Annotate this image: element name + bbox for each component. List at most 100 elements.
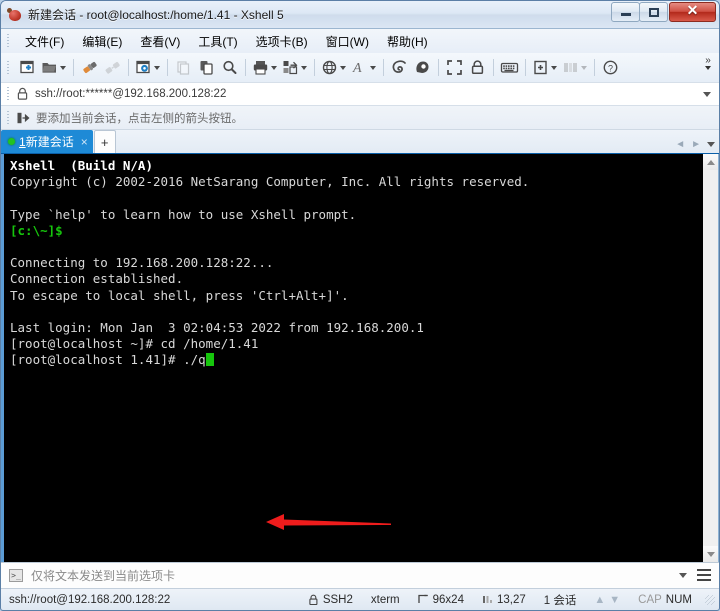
font-icon[interactable]: A: [349, 56, 379, 79]
tab-list-dropdown-icon[interactable]: [707, 142, 715, 147]
toolbar-separator: [525, 59, 526, 76]
find-icon[interactable]: [218, 56, 241, 79]
menu-item-file[interactable]: 文件(F): [16, 30, 73, 53]
keyboard-icon[interactable]: [498, 56, 521, 79]
menu-gripper[interactable]: [5, 33, 12, 49]
send-options-menu-icon[interactable]: [697, 569, 711, 582]
chevron-down-icon[interactable]: [301, 65, 307, 70]
highlight-icon[interactable]: [411, 56, 434, 79]
send-target-dropdown-icon[interactable]: [679, 573, 687, 578]
tab-prev-button[interactable]: ◄: [675, 139, 685, 150]
cursor-position-icon: [482, 594, 493, 605]
new-session-icon[interactable]: [16, 56, 39, 79]
terminal-line: Type `help' to learn how to use Xshell p…: [10, 207, 702, 223]
chevron-down-icon: [705, 66, 711, 70]
download-arrow-icon: ▼: [609, 593, 621, 606]
maximize-button[interactable]: [639, 2, 668, 22]
open-folder-icon[interactable]: [39, 56, 69, 79]
favorites-hint-bar: 要添加当前会话，点击左侧的箭头按钮。: [1, 106, 719, 130]
send-command-input[interactable]: 仅将文本发送到当前选项卡: [31, 567, 175, 584]
terminal-line: Connection established.: [10, 271, 702, 287]
lock-icon[interactable]: [466, 56, 489, 79]
terminal-line: [root@localhost 1.41]# ./q: [10, 352, 702, 368]
cut-icon[interactable]: [172, 56, 195, 79]
log-icon[interactable]: [388, 56, 411, 79]
status-terminal-type: xterm: [362, 594, 409, 606]
toolbar-separator: [128, 59, 129, 76]
address-dropdown-icon[interactable]: [703, 92, 711, 97]
address-bar[interactable]: ssh://root:******@192.168.200.128:22: [1, 82, 719, 106]
scroll-down-arrow[interactable]: [702, 546, 718, 562]
menu-bar: 文件(F) 编辑(E) 查看(V) 工具(T) 选项卡(B) 窗口(W) 帮助(…: [1, 29, 719, 53]
svg-text:A: A: [352, 61, 362, 76]
chevron-down-icon[interactable]: [370, 65, 376, 70]
terminal-line: Copyright (c) 2002-2016 NetSarang Comput…: [10, 174, 702, 190]
help-icon[interactable]: ?: [599, 56, 622, 79]
minimize-button[interactable]: [611, 2, 640, 22]
terminal-text: Connection established.: [10, 271, 184, 287]
file-transfer-icon[interactable]: [280, 56, 310, 79]
hint-bar-gripper[interactable]: [5, 109, 12, 126]
address-input[interactable]: ssh://root:******@192.168.200.128:22: [35, 88, 226, 100]
terminal-text: Type `help' to learn how to use Xshell p…: [10, 206, 357, 222]
chevron-down-icon[interactable]: [581, 65, 587, 70]
terminal-line: To escape to local shell, press 'Ctrl+Al…: [10, 288, 702, 304]
session-properties-icon[interactable]: [133, 56, 163, 79]
add-to-favorites-icon[interactable]: [16, 111, 30, 125]
chevron-down-icon[interactable]: [340, 65, 346, 70]
status-connection: ssh://root@192.168.200.128:22: [9, 593, 171, 606]
globe-icon[interactable]: [319, 56, 349, 79]
lock-icon: [308, 594, 319, 606]
scroll-up-arrow[interactable]: [702, 154, 718, 170]
tab-index: 1: [19, 135, 26, 149]
toolbar-overflow-button[interactable]: »: [701, 56, 715, 70]
copy-paste-icon[interactable]: [195, 56, 218, 79]
chevron-down-icon[interactable]: [60, 65, 66, 70]
disconnect-icon[interactable]: [101, 56, 124, 79]
tab-navigation: ◄ ►: [675, 139, 715, 150]
menu-item-help[interactable]: 帮助(H): [378, 30, 437, 53]
arrange-panes-icon[interactable]: [560, 56, 590, 79]
close-button[interactable]: ✕: [669, 2, 716, 22]
tab-next-button[interactable]: ►: [691, 139, 701, 150]
send-command-bar[interactable]: >_ 仅将文本发送到当前选项卡: [1, 562, 719, 588]
terminal-output[interactable]: Xshell (Build N/A) Copyright (c) 2002-201…: [4, 154, 702, 562]
tab-bar: 1新建会话 × + ◄ ►: [1, 130, 719, 154]
toolbar-separator: [594, 59, 595, 76]
fullscreen-icon[interactable]: [443, 56, 466, 79]
menu-item-tools[interactable]: 工具(T): [189, 30, 246, 53]
toolbar-separator: [73, 59, 74, 76]
xshell-window: 新建会话 - root@localhost:/home/1.41 - Xshel…: [0, 0, 720, 611]
print-icon[interactable]: [250, 56, 280, 79]
menu-item-window[interactable]: 窗口(W): [317, 30, 378, 53]
title-bar: 新建会话 - root@localhost:/home/1.41 - Xshel…: [1, 1, 719, 29]
terminal-scrollbar[interactable]: [702, 154, 718, 562]
xshell-logo-icon: [7, 7, 23, 23]
terminal-text: Last login: Mon Jan 3 02:04:53 2022 from…: [10, 320, 424, 336]
lock-icon: [16, 87, 29, 101]
new-tab-button[interactable]: +: [93, 130, 116, 153]
menu-item-view[interactable]: 查看(V): [131, 30, 189, 53]
upload-arrow-icon: ▲: [594, 593, 606, 606]
connect-icon[interactable]: [78, 56, 101, 79]
chevron-down-icon[interactable]: [154, 65, 160, 70]
resize-grip[interactable]: [705, 594, 715, 605]
toolbar-gripper[interactable]: [5, 59, 12, 76]
status-cursor-position-label: 13,27: [496, 593, 526, 606]
tab-title: 新建会话: [25, 135, 74, 149]
command-prompt-icon: >_: [9, 569, 23, 582]
toolbar-overflow-label: »: [705, 55, 711, 66]
terminal-text: [c:\~]$: [10, 222, 63, 238]
tab-close-icon[interactable]: ×: [81, 135, 88, 149]
tab-new-session[interactable]: 1新建会话 ×: [1, 130, 93, 153]
chevron-down-icon[interactable]: [551, 65, 557, 70]
address-bar-gripper[interactable]: [5, 86, 12, 102]
svg-text:?: ?: [608, 63, 613, 73]
toolbar-separator: [167, 59, 168, 76]
favorites-hint-text: 要添加当前会话，点击左侧的箭头按钮。: [36, 112, 243, 125]
add-tab-icon[interactable]: [530, 56, 560, 79]
menu-item-edit[interactable]: 编辑(E): [73, 30, 131, 53]
status-size: 96x24: [409, 594, 473, 606]
chevron-down-icon[interactable]: [271, 65, 277, 70]
menu-item-tabs[interactable]: 选项卡(B): [247, 30, 317, 53]
